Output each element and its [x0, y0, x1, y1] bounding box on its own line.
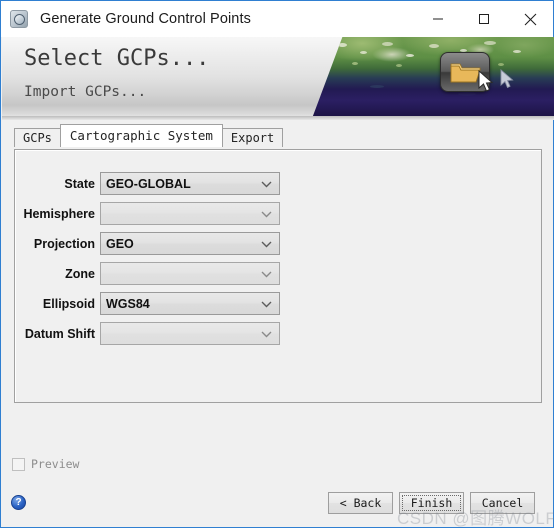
- tab-panel-cartographic-system: State GEO-GLOBAL Hemisphere Projection G…: [14, 149, 542, 403]
- chevron-down-icon: [261, 271, 272, 277]
- minimize-icon[interactable]: [415, 1, 461, 37]
- globe-icon: [10, 10, 28, 28]
- banner-title: Select GCPs...: [24, 46, 210, 71]
- preview-label: Preview: [31, 457, 80, 471]
- chevron-down-icon: [261, 331, 272, 337]
- form-row-state: State GEO-GLOBAL: [15, 172, 541, 195]
- dropdown-ellipsoid-value: WGS84: [106, 296, 150, 311]
- dropdown-hemisphere[interactable]: [100, 202, 280, 225]
- maximize-icon[interactable]: [461, 1, 507, 37]
- label-hemisphere: Hemisphere: [23, 206, 95, 221]
- form-row-zone: Zone: [15, 262, 541, 285]
- close-icon[interactable]: [507, 1, 553, 37]
- title-bar: Generate Ground Control Points: [1, 1, 553, 37]
- dropdown-ellipsoid[interactable]: WGS84: [100, 292, 280, 315]
- dialog-window: Generate Ground Control Points Select GC…: [0, 0, 554, 528]
- chevron-down-icon: [261, 211, 272, 217]
- banner-divider: [2, 116, 554, 120]
- banner-satellite-image: [308, 37, 554, 116]
- window-controls: [415, 1, 553, 37]
- tab-export[interactable]: Export: [221, 128, 284, 147]
- watermark: CSDN @图腾WOLF: [397, 509, 554, 528]
- mouse-cursor-secondary-icon: [500, 69, 514, 89]
- chevron-down-icon: [261, 181, 272, 187]
- help-question-icon[interactable]: ?: [11, 495, 26, 510]
- preview-row: Preview: [12, 457, 79, 471]
- label-zone: Zone: [65, 266, 95, 281]
- satellite-map-graphic: [312, 37, 554, 116]
- cartographic-form: State GEO-GLOBAL Hemisphere Projection G…: [15, 172, 541, 352]
- dropdown-state[interactable]: GEO-GLOBAL: [100, 172, 280, 195]
- form-row-hemisphere: Hemisphere: [15, 202, 541, 225]
- mouse-cursor-icon: [478, 70, 494, 92]
- dropdown-zone[interactable]: [100, 262, 280, 285]
- banner-subtitle: Import GCPs...: [24, 84, 147, 100]
- window-title: Generate Ground Control Points: [40, 11, 251, 27]
- chevron-down-icon: [261, 301, 272, 307]
- folder-open-glyph: [450, 63, 481, 83]
- form-row-projection: Projection GEO: [15, 232, 541, 255]
- wizard-banner: Select GCPs... Import GCPs...: [2, 37, 554, 120]
- dropdown-projection-value: GEO: [106, 236, 134, 251]
- label-ellipsoid: Ellipsoid: [42, 296, 95, 311]
- chevron-down-icon: [261, 241, 272, 247]
- label-datum-shift: Datum Shift: [24, 326, 95, 341]
- label-state: State: [64, 176, 95, 191]
- dropdown-datum-shift[interactable]: [100, 322, 280, 345]
- preview-checkbox[interactable]: [12, 457, 25, 471]
- tab-strip: GCPs Cartographic System Export: [14, 124, 284, 147]
- label-projection: Projection: [33, 236, 95, 251]
- back-button[interactable]: < Back: [328, 492, 393, 514]
- tab-gcps[interactable]: GCPs: [14, 128, 61, 147]
- form-row-datum-shift: Datum Shift: [15, 322, 541, 345]
- tab-cartographic-system[interactable]: Cartographic System: [59, 124, 223, 147]
- dropdown-projection[interactable]: GEO: [100, 232, 280, 255]
- form-row-ellipsoid: Ellipsoid WGS84: [15, 292, 541, 315]
- dropdown-state-value: GEO-GLOBAL: [106, 176, 191, 191]
